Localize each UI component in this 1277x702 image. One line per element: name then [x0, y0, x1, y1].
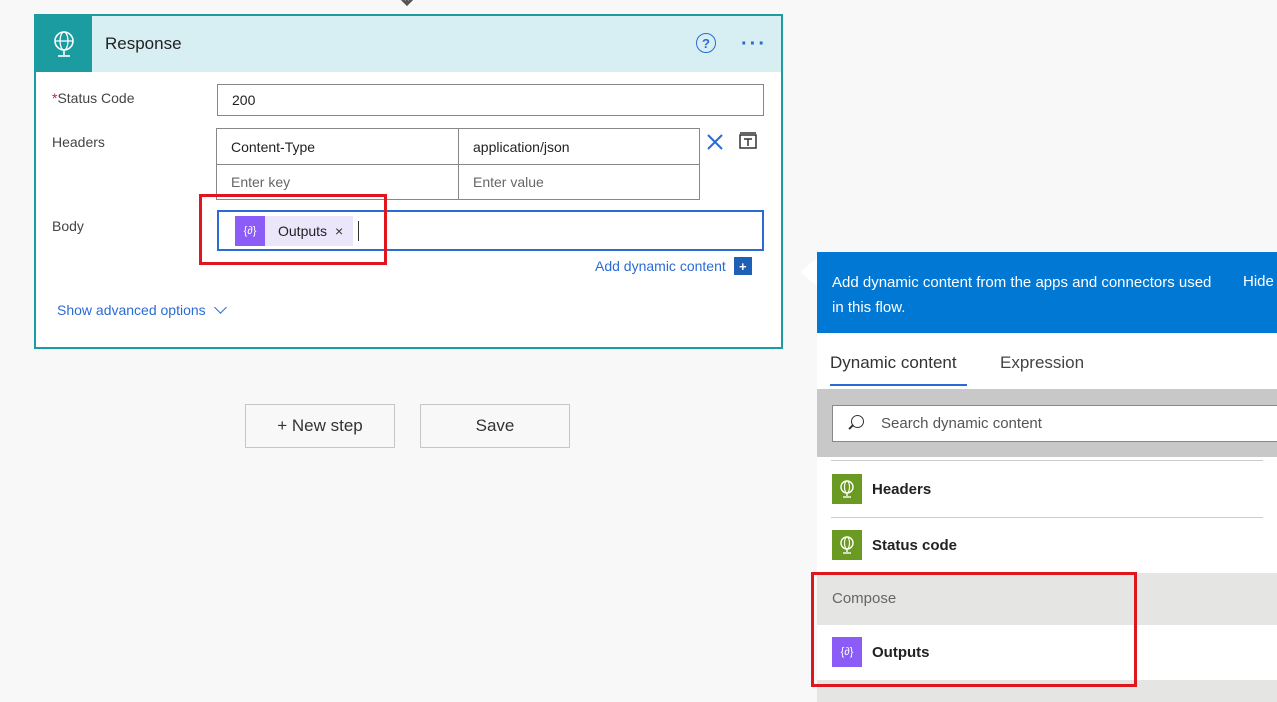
compose-icon: {∂} [832, 637, 862, 667]
list-item-label: Status code [872, 536, 958, 554]
outputs-token-label: Outputs [278, 223, 328, 239]
header-key-placeholder: Enter key [231, 174, 291, 190]
switch-to-text-mode-icon[interactable] [738, 130, 758, 150]
list-divider [831, 517, 1263, 518]
compose-icon: {∂} [235, 216, 265, 246]
plus-icon: + [733, 257, 752, 275]
globe-icon [832, 474, 862, 504]
headers-label: Headers [52, 134, 105, 150]
chevron-down-icon [213, 301, 227, 314]
header-value-empty-input[interactable]: Enter value [458, 164, 700, 200]
list-item-status-code[interactable]: Status code [832, 530, 957, 560]
status-code-input[interactable]: 200 [217, 84, 764, 116]
search-icon [847, 414, 865, 433]
new-step-button[interactable]: + New step [245, 404, 395, 448]
card-header[interactable]: Response ? ··· [36, 16, 781, 72]
remove-token-icon[interactable]: × [335, 223, 343, 239]
body-label: Body [52, 218, 84, 234]
list-item-outputs[interactable]: {∂} Outputs [832, 637, 930, 667]
header-key-empty-input[interactable]: Enter key [216, 164, 459, 200]
search-area: Search dynamic content [817, 389, 1277, 457]
dynamic-content-panel: Add dynamic content from the apps and co… [817, 252, 1277, 702]
next-group-header [817, 680, 1277, 702]
more-options-icon[interactable]: ··· [741, 33, 767, 56]
save-button[interactable]: Save [420, 404, 570, 448]
outputs-token[interactable]: {∂} Outputs × [235, 216, 354, 246]
response-action-card: Response ? ··· *Status Code 200 Headers … [34, 14, 783, 349]
add-dynamic-content-label: Add dynamic content [595, 258, 726, 274]
add-dynamic-content-link[interactable]: Add dynamic content + [595, 257, 752, 275]
panel-pointer [800, 258, 817, 286]
compose-group-label: Compose [832, 590, 897, 607]
connector-arrow-icon [400, 0, 414, 7]
globe-icon [832, 530, 862, 560]
request-globe-icon [36, 16, 92, 72]
search-placeholder: Search dynamic content [881, 415, 1042, 432]
panel-header-text: Add dynamic content from the apps and co… [832, 274, 1212, 316]
status-code-label: *Status Code [52, 90, 135, 106]
header-key-value: Content-Type [231, 138, 316, 155]
header-key-input[interactable]: Content-Type [216, 128, 459, 165]
header-value-placeholder: Enter value [473, 174, 544, 190]
search-input[interactable]: Search dynamic content [832, 405, 1277, 442]
show-advanced-options-label: Show advanced options [57, 302, 206, 318]
remove-header-icon[interactable] [707, 134, 723, 150]
status-code-label-text: Status Code [57, 90, 135, 106]
list-item-headers[interactable]: Headers [832, 474, 931, 504]
panel-tabs: Dynamic content Expression [817, 333, 1277, 389]
card-title: Response [105, 34, 182, 53]
list-item-label: Headers [872, 480, 932, 498]
hide-panel-link[interactable]: Hide [1243, 273, 1274, 290]
header-value-value: application/json [473, 138, 570, 155]
panel-header: Add dynamic content from the apps and co… [817, 252, 1277, 333]
list-divider [831, 460, 1263, 461]
list-item-label: Outputs [872, 643, 930, 661]
status-code-value: 200 [232, 92, 256, 108]
active-tab-underline [830, 384, 967, 386]
tab-expression[interactable]: Expression [1000, 353, 1084, 373]
compose-group-header[interactable]: Compose [817, 573, 1277, 625]
header-value-input[interactable]: application/json [458, 128, 700, 165]
tab-dynamic-content[interactable]: Dynamic content [830, 353, 957, 373]
text-caret [358, 221, 359, 241]
help-icon[interactable]: ? [696, 33, 716, 53]
show-advanced-options-link[interactable]: Show advanced options [57, 301, 227, 318]
body-input[interactable]: {∂} Outputs × [217, 210, 764, 251]
